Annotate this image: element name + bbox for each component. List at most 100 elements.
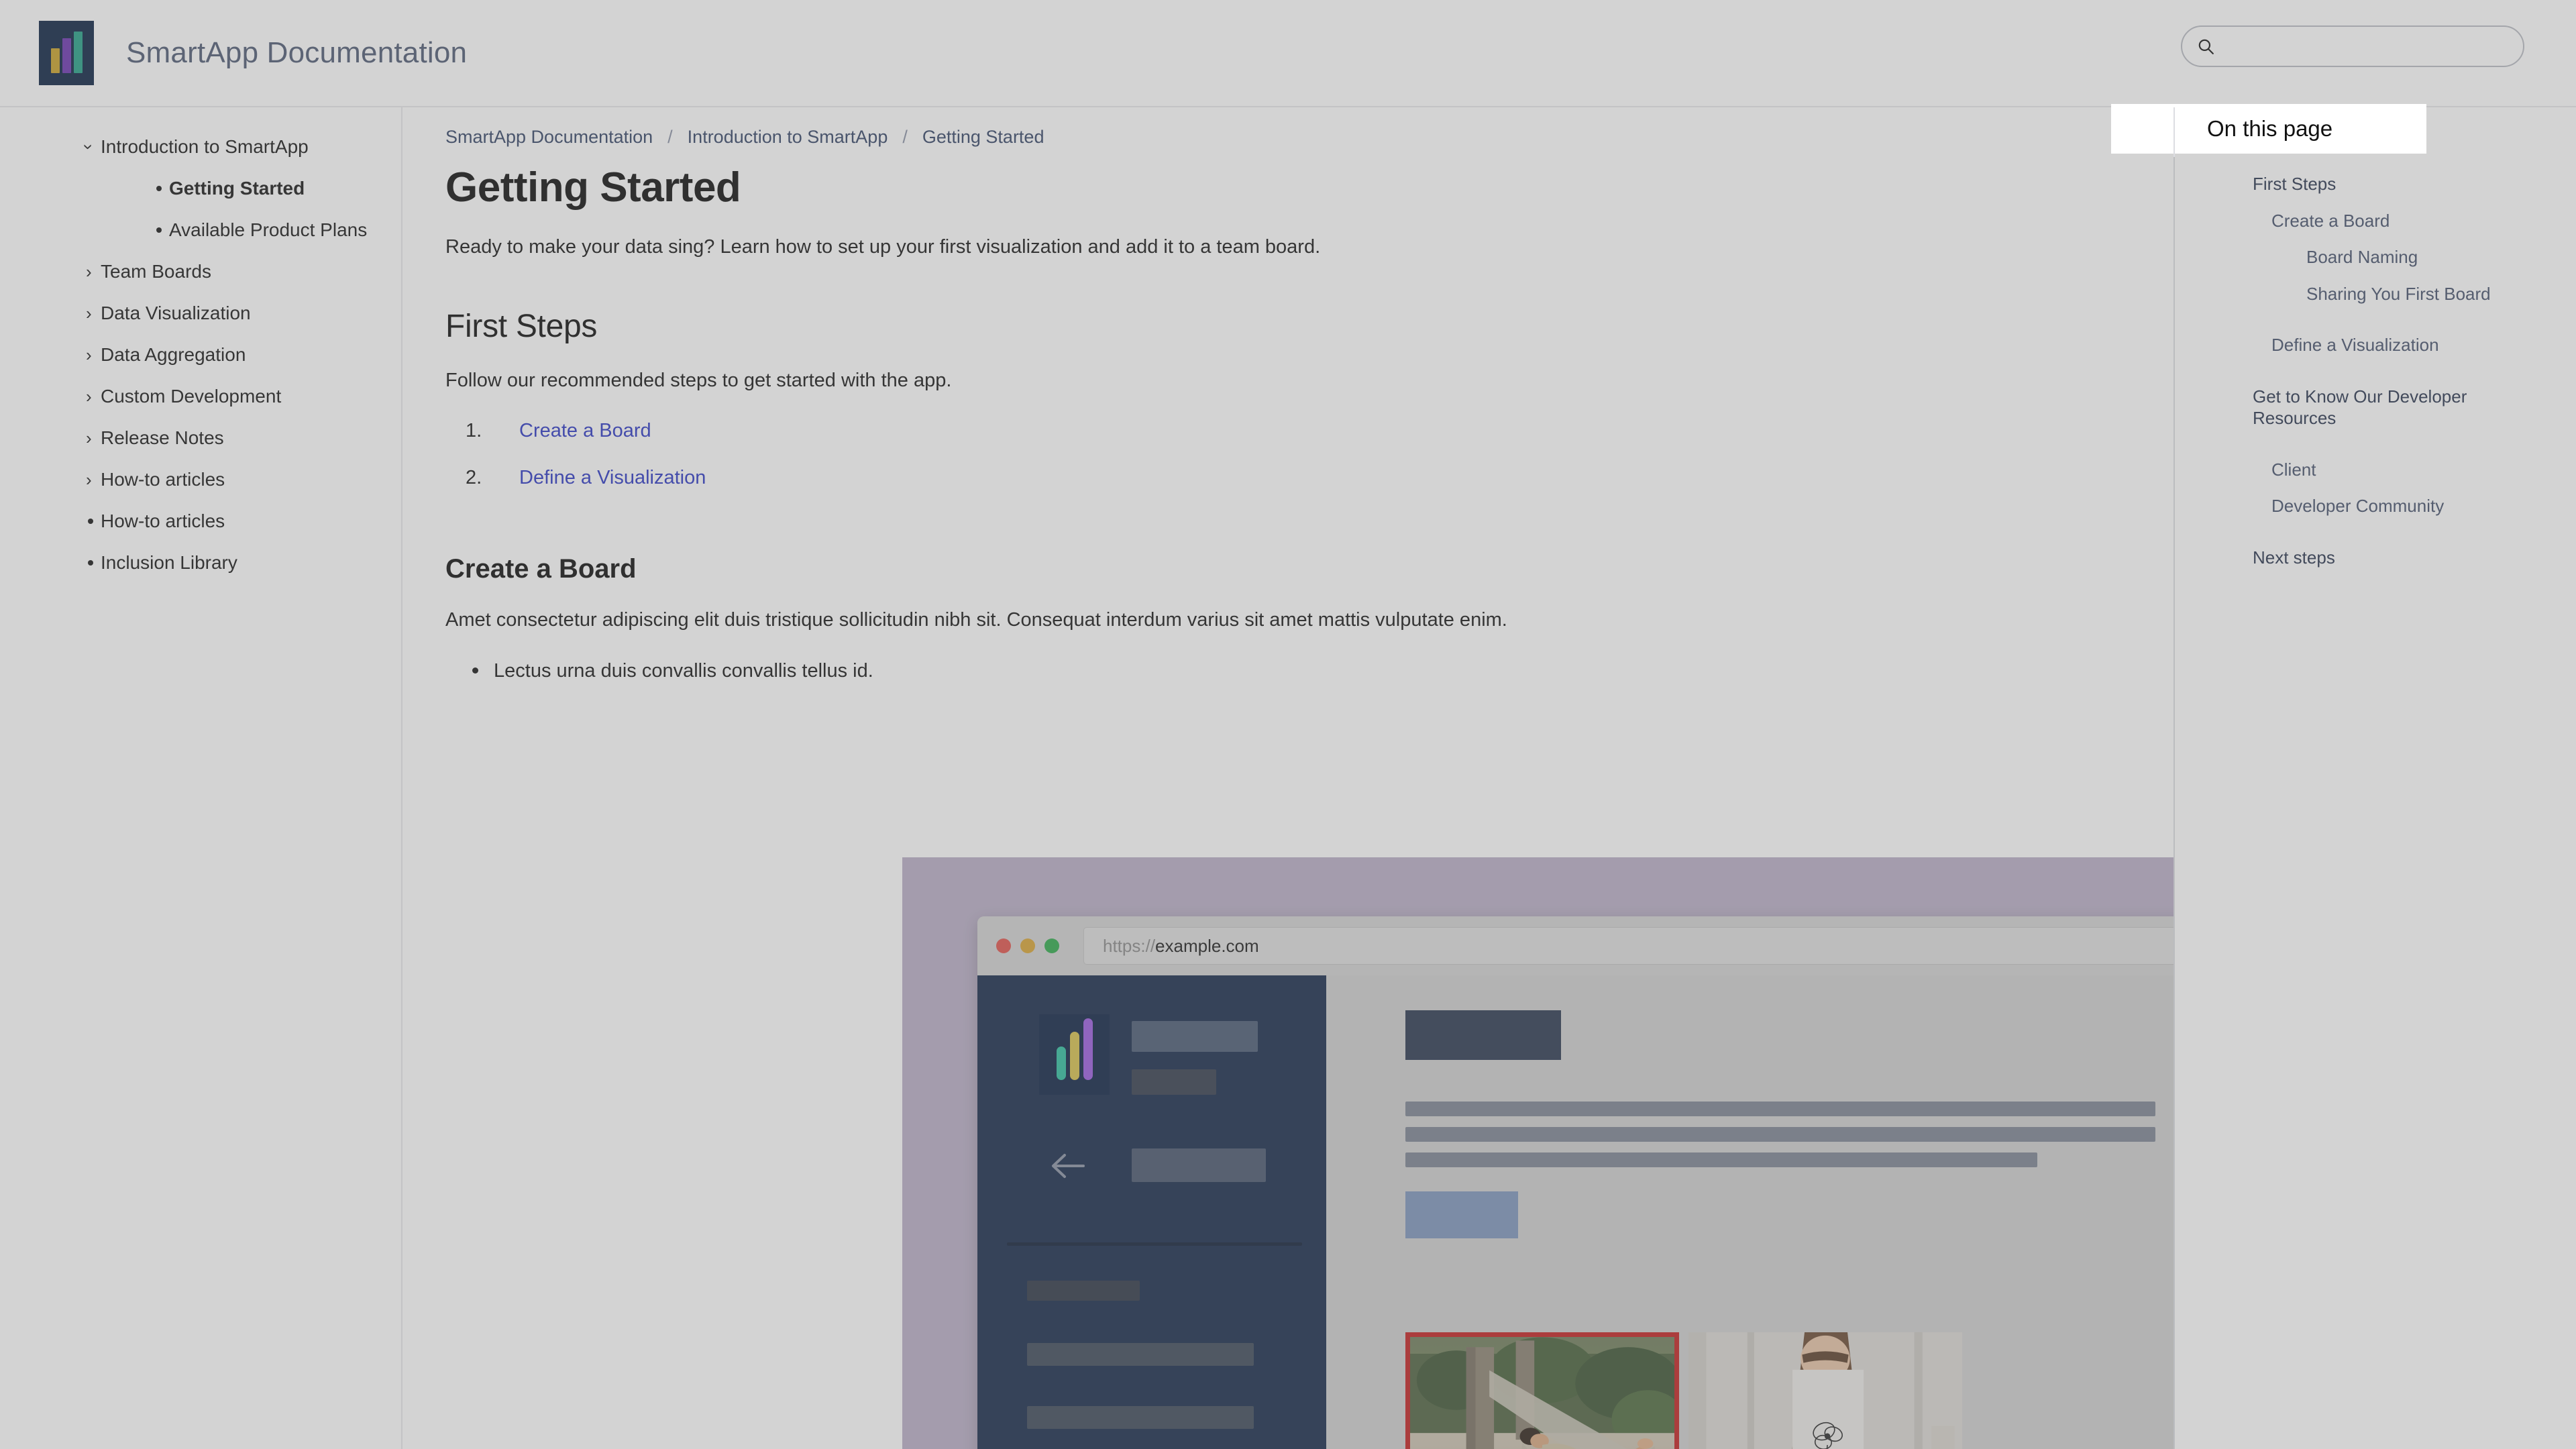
dot-icon bbox=[154, 186, 172, 191]
chevron-right-icon: › bbox=[86, 303, 92, 323]
mockup-placeholder-bar bbox=[1132, 1021, 1258, 1052]
toc-item-next-steps[interactable]: Next steps bbox=[2253, 547, 2549, 569]
traffic-light-minimize-icon bbox=[1020, 938, 1035, 953]
sidebar-item-how-to-articles[interactable]: › How-to articles bbox=[0, 459, 401, 500]
brand-title: SmartApp Documentation bbox=[126, 36, 468, 69]
sidebar-item-label: Getting Started bbox=[169, 178, 305, 199]
create-board-bullet-list: Lectus urna duis convallis convallis tel… bbox=[467, 657, 2174, 686]
page-title: Getting Started bbox=[445, 164, 741, 211]
sidebar-item-label: Data Aggregation bbox=[101, 344, 246, 365]
section-heading-first-steps: First Steps bbox=[445, 309, 598, 345]
browser-url-bar: https://example.com bbox=[1083, 927, 2174, 965]
dot-icon bbox=[154, 227, 172, 233]
sidebar-item-inclusion-library[interactable]: Inclusion Library bbox=[0, 542, 401, 584]
back-arrow-icon bbox=[1052, 1154, 1085, 1178]
mockup-text-line bbox=[1405, 1152, 2037, 1167]
browser-viewport bbox=[977, 975, 2174, 1449]
breadcrumb: SmartApp Documentation / Introduction to… bbox=[445, 127, 2174, 148]
chevron-right-icon: › bbox=[86, 345, 92, 365]
link-define-a-visualization[interactable]: Define a Visualization bbox=[519, 467, 706, 489]
sidebar-item-data-aggregation[interactable]: › Data Aggregation bbox=[0, 334, 401, 376]
on-this-page-title: On this page bbox=[2207, 116, 2333, 141]
bar-chart-logo-icon bbox=[39, 21, 94, 85]
sidebar-item-label: Data Visualization bbox=[101, 303, 251, 323]
on-this-page-popup-divider bbox=[2174, 107, 2175, 157]
mockup-illustration: https://example.com bbox=[902, 857, 2174, 1449]
left-sidebar-nav: › Introduction to SmartApp Getting Start… bbox=[0, 107, 402, 1449]
toc-item-get-to-know-our-developer-resources[interactable]: Get to Know Our Developer Resources bbox=[2253, 386, 2475, 429]
breadcrumb-item-root[interactable]: SmartApp Documentation bbox=[445, 127, 653, 148]
sidebar-item-label: Inclusion Library bbox=[101, 552, 237, 573]
url-host: example.com bbox=[1155, 935, 1259, 956]
mockup-placeholder-bar bbox=[1132, 1148, 1266, 1182]
chevron-right-icon: › bbox=[86, 428, 92, 448]
link-create-a-board[interactable]: Create a Board bbox=[519, 420, 651, 442]
sidebar-item-available-product-plans[interactable]: Available Product Plans bbox=[0, 209, 401, 251]
search-box[interactable] bbox=[2181, 25, 2524, 67]
browser-window-mockup: https://example.com bbox=[977, 916, 2174, 1449]
mockup-placeholder-bar bbox=[1027, 1406, 1254, 1429]
breadcrumb-item-current[interactable]: Getting Started bbox=[922, 127, 1044, 148]
traffic-light-maximize-icon bbox=[1044, 938, 1059, 953]
mockup-text-line bbox=[1405, 1127, 2155, 1142]
sidebar-item-getting-started[interactable]: Getting Started bbox=[0, 168, 401, 209]
sidebar-item-label: Custom Development bbox=[101, 386, 282, 407]
toc-item-create-a-board[interactable]: Create a Board bbox=[2271, 210, 2549, 232]
mockup-app-content bbox=[1326, 975, 2174, 1449]
sidebar-item-release-notes[interactable]: › Release Notes bbox=[0, 417, 401, 459]
toc-item-sharing-you-first-board[interactable]: Sharing You First Board bbox=[2306, 283, 2549, 305]
sidebar-item-label: Available Product Plans bbox=[169, 219, 368, 240]
list-item: Lectus urna duis convallis convallis tel… bbox=[467, 657, 2174, 686]
photo-flower-print bbox=[1688, 1332, 1962, 1449]
browser-chrome-bar: https://example.com bbox=[977, 916, 2174, 975]
first-steps-list: Create a Board Define a Visualization bbox=[445, 420, 2174, 514]
page-intro-paragraph: Ready to make your data sing? Learn how … bbox=[445, 236, 1321, 258]
photo-hammock bbox=[1405, 1332, 1679, 1449]
sidebar-item-team-boards[interactable]: › Team Boards bbox=[0, 251, 401, 292]
search-input[interactable] bbox=[2214, 27, 2523, 66]
sidebar-item-label: How-to articles bbox=[101, 469, 225, 490]
mockup-placeholder-bar bbox=[1132, 1069, 1216, 1095]
mockup-button-block bbox=[1405, 1191, 1518, 1238]
mockup-placeholder-bar bbox=[1027, 1343, 1254, 1366]
list-item: Create a Board bbox=[445, 420, 2174, 467]
chevron-down-icon: › bbox=[78, 144, 99, 150]
chevron-right-icon: › bbox=[86, 470, 92, 490]
toc-item-developer-community[interactable]: Developer Community bbox=[2271, 495, 2549, 517]
sidebar-item-label: Release Notes bbox=[101, 427, 224, 448]
url-protocol: https:// bbox=[1103, 935, 1156, 956]
list-item: Define a Visualization bbox=[445, 467, 2174, 514]
chevron-right-icon: › bbox=[86, 386, 92, 407]
traffic-light-close-icon bbox=[996, 938, 1011, 953]
dot-icon bbox=[86, 519, 103, 524]
first-steps-paragraph: Follow our recommended steps to get star… bbox=[445, 370, 952, 392]
search-icon bbox=[2198, 39, 2214, 54]
mockup-divider bbox=[1007, 1242, 1302, 1246]
dot-icon bbox=[86, 560, 103, 566]
toc-item-first-steps[interactable]: First Steps bbox=[2253, 173, 2549, 195]
mockup-placeholder-bar bbox=[1027, 1281, 1140, 1301]
app-header: SmartApp Documentation bbox=[0, 0, 2576, 107]
toc-item-define-a-visualization[interactable]: Define a Visualization bbox=[2271, 334, 2549, 356]
mockup-content-header-block bbox=[1405, 1010, 1561, 1060]
sidebar-item-custom-development[interactable]: › Custom Development bbox=[0, 376, 401, 417]
chevron-right-icon: › bbox=[86, 262, 92, 282]
sidebar-item-label: Team Boards bbox=[101, 261, 211, 282]
create-board-paragraph: Amet consectetur adipiscing elit duis tr… bbox=[445, 609, 1507, 631]
sidebar-item-label: How-to articles bbox=[101, 511, 225, 531]
breadcrumb-item-section[interactable]: Introduction to SmartApp bbox=[688, 127, 888, 148]
sidebar-item-how-to-articles-2[interactable]: How-to articles bbox=[0, 500, 401, 542]
brand[interactable]: SmartApp Documentation bbox=[39, 21, 467, 85]
sidebar-item-data-visualization[interactable]: › Data Visualization bbox=[0, 292, 401, 334]
breadcrumb-separator: / bbox=[667, 127, 673, 147]
mockup-logo-icon bbox=[1039, 1014, 1110, 1095]
main-content: SmartApp Documentation / Introduction to… bbox=[402, 107, 2174, 1449]
table-of-contents: First Steps Create a Board Board Naming … bbox=[2174, 107, 2576, 1449]
breadcrumb-separator: / bbox=[902, 127, 908, 147]
mockup-text-line bbox=[1405, 1102, 2155, 1116]
toc-item-board-naming[interactable]: Board Naming bbox=[2306, 246, 2549, 268]
section-heading-create-a-board: Create a Board bbox=[445, 554, 637, 584]
sidebar-item-label: Introduction to SmartApp bbox=[101, 136, 309, 157]
sidebar-item-introduction-to-smartapp[interactable]: › Introduction to SmartApp bbox=[0, 126, 401, 168]
toc-item-client[interactable]: Client bbox=[2271, 459, 2549, 481]
